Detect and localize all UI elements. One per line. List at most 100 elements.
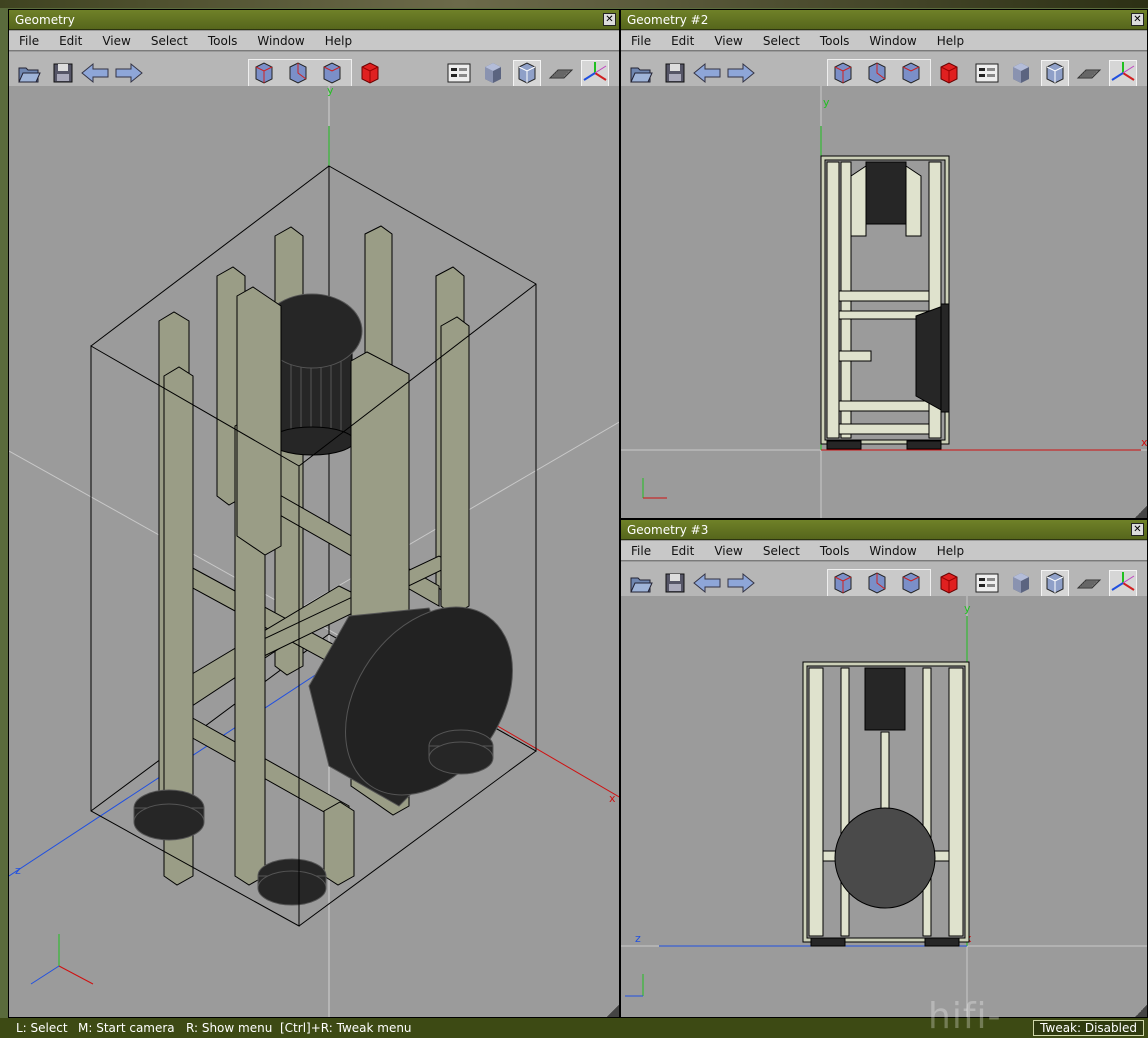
- menu-edit[interactable]: Edit: [661, 34, 704, 48]
- window-titlebar[interactable]: Geometry #2 ✕: [621, 10, 1147, 30]
- menu-tools[interactable]: Tools: [198, 34, 248, 48]
- grid-plane-button[interactable]: [547, 60, 575, 88]
- perspective-scene: y x z: [9, 86, 619, 1017]
- menu-window[interactable]: Window: [859, 34, 926, 48]
- grid-plane-icon: [1076, 572, 1102, 597]
- view-side-cube-button[interactable]: [863, 570, 891, 598]
- side-scene: y x: [621, 86, 1147, 518]
- open-folder-icon: [17, 62, 41, 87]
- properties-panel-button[interactable]: [973, 60, 1001, 88]
- grid-plane-button[interactable]: [1075, 570, 1103, 598]
- open-folder-icon: [629, 62, 653, 87]
- menu-edit[interactable]: Edit: [661, 544, 704, 558]
- menu-file[interactable]: File: [621, 34, 661, 48]
- view-side-cube-icon: [865, 61, 889, 88]
- menu-file[interactable]: File: [621, 544, 661, 558]
- properties-panel-button[interactable]: [445, 60, 473, 88]
- shaded-cube-button[interactable]: [1007, 60, 1035, 88]
- undo-arrow-icon: [692, 62, 722, 87]
- menu-view[interactable]: View: [704, 34, 752, 48]
- watermark: hifi-forum.de: [928, 996, 1099, 1038]
- solid-red-cube-button[interactable]: [935, 570, 963, 598]
- shaded-cube-button[interactable]: [479, 60, 507, 88]
- front-scene: y x z: [621, 596, 1147, 1017]
- menu-help[interactable]: Help: [315, 34, 362, 48]
- save-disk-button[interactable]: [49, 60, 77, 88]
- undo-arrow-button[interactable]: [81, 60, 109, 88]
- open-folder-button[interactable]: [627, 60, 655, 88]
- menu-tools[interactable]: Tools: [810, 34, 860, 48]
- save-disk-icon: [52, 62, 74, 87]
- view-top-cube-button[interactable]: [897, 570, 925, 598]
- menu-help[interactable]: Help: [927, 34, 974, 48]
- menu-edit[interactable]: Edit: [49, 34, 92, 48]
- view-side-cube-button[interactable]: [284, 60, 312, 88]
- close-button[interactable]: ✕: [1131, 523, 1144, 536]
- menu-file[interactable]: File: [9, 34, 49, 48]
- open-folder-button[interactable]: [627, 570, 655, 598]
- status-hint-menu: R: Show menu: [186, 1021, 273, 1035]
- redo-arrow-button[interactable]: [727, 60, 755, 88]
- solid-red-cube-button[interactable]: [935, 60, 963, 88]
- close-button[interactable]: ✕: [603, 13, 616, 26]
- wireframe-cube-button[interactable]: [513, 60, 541, 88]
- shaded-cube-button[interactable]: [1007, 570, 1035, 598]
- redo-arrow-button[interactable]: [727, 570, 755, 598]
- menu-select[interactable]: Select: [753, 544, 810, 558]
- open-folder-button[interactable]: [15, 60, 43, 88]
- menu-tools[interactable]: Tools: [810, 544, 860, 558]
- cabinet-front: [802, 661, 970, 947]
- viewport-side[interactable]: y x: [621, 86, 1147, 518]
- save-disk-button[interactable]: [661, 570, 689, 598]
- axes-button[interactable]: [581, 60, 609, 88]
- close-button[interactable]: ✕: [1131, 13, 1144, 26]
- menu-window[interactable]: Window: [247, 34, 314, 48]
- viewport-front[interactable]: y x z: [621, 596, 1147, 1017]
- menu-help[interactable]: Help: [927, 544, 974, 558]
- undo-arrow-icon: [80, 62, 110, 87]
- solid-red-cube-button[interactable]: [356, 60, 384, 88]
- desktop-background: [0, 0, 1148, 8]
- wireframe-cube-button[interactable]: [1041, 60, 1069, 88]
- viewport-perspective[interactable]: y x z: [9, 86, 619, 1017]
- menu-bar: File Edit View Select Tools Window Help: [621, 31, 1147, 51]
- redo-arrow-button[interactable]: [115, 60, 143, 88]
- status-hint-tweak: [Ctrl]+R: Tweak menu: [280, 1021, 412, 1035]
- undo-arrow-button[interactable]: [693, 60, 721, 88]
- window-titlebar[interactable]: Geometry #3 ✕: [621, 520, 1147, 540]
- save-disk-icon: [664, 62, 686, 87]
- view-front-cube-button[interactable]: [250, 60, 278, 88]
- properties-panel-icon: [447, 62, 471, 87]
- menu-view[interactable]: View: [92, 34, 140, 48]
- axes-button[interactable]: [1109, 570, 1137, 598]
- view-side-cube-icon: [286, 61, 310, 88]
- view-top-cube-button[interactable]: [318, 60, 346, 88]
- save-disk-button[interactable]: [661, 60, 689, 88]
- properties-panel-icon: [975, 572, 999, 597]
- menu-view[interactable]: View: [704, 544, 752, 558]
- grid-plane-button[interactable]: [1075, 60, 1103, 88]
- axes-button[interactable]: [1109, 60, 1137, 88]
- axes-icon: [1110, 570, 1136, 599]
- view-side-cube-button[interactable]: [863, 60, 891, 88]
- resize-grip[interactable]: [1135, 506, 1147, 518]
- view-top-cube-button[interactable]: [897, 60, 925, 88]
- undo-arrow-button[interactable]: [693, 570, 721, 598]
- shaded-cube-icon: [1009, 61, 1033, 88]
- view-front-cube-button[interactable]: [829, 60, 857, 88]
- view-top-cube-icon: [320, 61, 344, 88]
- solid-red-cube-icon: [937, 571, 961, 598]
- open-folder-icon: [629, 572, 653, 597]
- resize-grip[interactable]: [607, 1005, 619, 1017]
- view-front-cube-button[interactable]: [829, 570, 857, 598]
- window-titlebar[interactable]: Geometry ✕: [9, 10, 619, 30]
- menu-select[interactable]: Select: [753, 34, 810, 48]
- properties-panel-button[interactable]: [973, 570, 1001, 598]
- cabinet-side: [820, 155, 950, 450]
- wireframe-cube-button[interactable]: [1041, 570, 1069, 598]
- menu-select[interactable]: Select: [141, 34, 198, 48]
- window-title: Geometry: [15, 13, 75, 27]
- window-title: Geometry #2: [627, 13, 709, 27]
- menu-window[interactable]: Window: [859, 544, 926, 558]
- status-hint-camera: M: Start camera: [78, 1021, 175, 1035]
